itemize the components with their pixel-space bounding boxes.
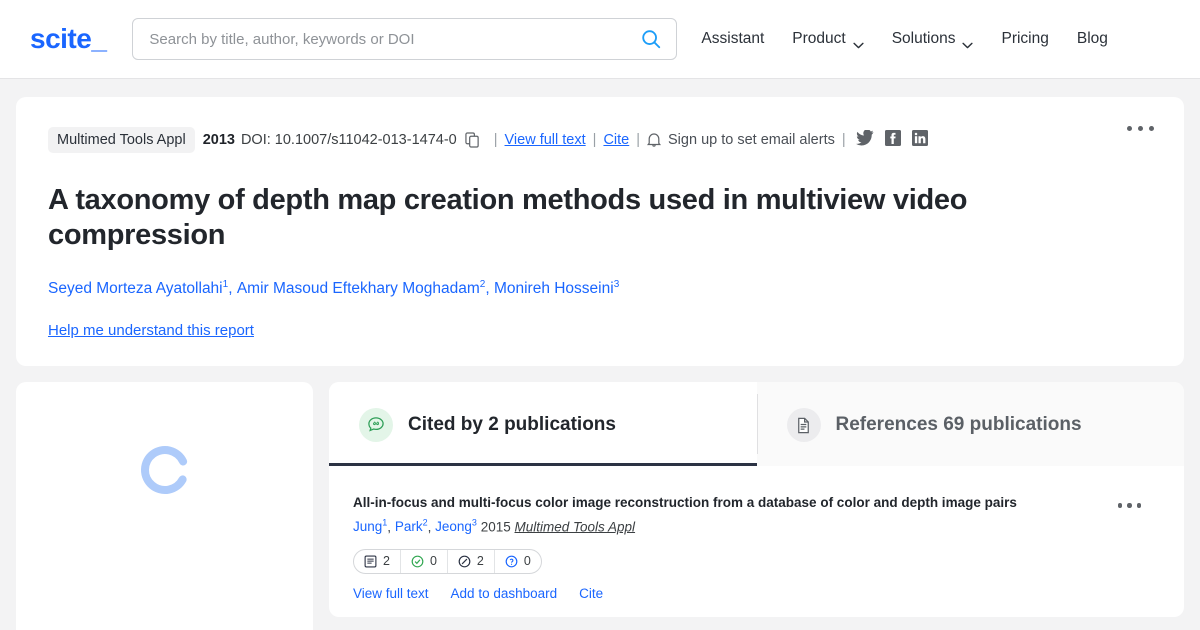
author-link[interactable]: Monireh Hosseini3 [493, 279, 620, 298]
scite-logo[interactable]: scite_ [30, 23, 107, 55]
badge-count: 2 [476, 554, 484, 569]
separator: | [592, 132, 597, 148]
page-content: Multimed Tools Appl 2013 DOI: 10.1007/s1… [0, 79, 1200, 630]
author-separator: , [228, 280, 237, 298]
results-list: All-in-focus and multi-focus color image… [329, 466, 1184, 617]
nav-item-product[interactable]: Product [792, 30, 864, 48]
author-link[interactable]: Seyed Morteza Ayatollahi1 [48, 279, 228, 298]
author-link[interactable]: Park2 [394, 518, 428, 535]
cite-link[interactable]: Cite [603, 132, 629, 148]
results-column: Cited by 2 publications References 69 pu… [329, 382, 1184, 617]
paper-header-card: Multimed Tools Appl 2013 DOI: 10.1007/s1… [16, 97, 1184, 367]
dot [1127, 126, 1132, 131]
add-to-dashboard-link[interactable]: Add to dashboard [451, 586, 558, 601]
author-name: Amir Masoud Eftekhary Moghadam [236, 280, 480, 298]
author-link[interactable]: Amir Masoud Eftekhary Moghadam2 [236, 279, 486, 298]
nav-item-solutions[interactable]: Solutions [892, 30, 974, 48]
nav-item-label: Product [792, 30, 846, 47]
side-panel-loading [16, 382, 313, 630]
chevron-down-icon [853, 36, 864, 48]
author-name: Park [394, 519, 423, 535]
view-full-text-link[interactable]: View full text [353, 586, 429, 601]
author-separator: , [427, 519, 436, 535]
chevron-down-icon [962, 36, 974, 48]
author-link[interactable]: Jung1 [353, 518, 387, 535]
view-full-text-link[interactable]: View full text [505, 132, 586, 148]
search-box[interactable] [132, 18, 678, 60]
document-icon [786, 408, 821, 443]
facebook-icon[interactable] [884, 130, 901, 150]
result-actions: View full text Add to dashboard Cite [353, 586, 1094, 617]
nav-item-label: Pricing [1001, 30, 1049, 47]
author-name: Monireh Hosseini [493, 280, 614, 298]
list-item: All-in-focus and multi-focus color image… [353, 494, 1154, 617]
result-authors: Jung1, Park2, Jeong3 2015 Multimed Tools… [353, 517, 1094, 537]
cite-link[interactable]: Cite [579, 586, 603, 601]
twitter-icon[interactable] [855, 129, 874, 150]
author-affiliation: 3 [613, 279, 620, 290]
lower-section: Cited by 2 publications References 69 pu… [16, 382, 1184, 630]
email-alerts-label[interactable]: Sign up to set email alerts [668, 132, 835, 148]
paper-metadata-row: Multimed Tools Appl 2013 DOI: 10.1007/s1… [48, 127, 1152, 153]
author-link[interactable]: Jeong3 [435, 518, 477, 535]
citation-badges: 2 0 2 0 [353, 548, 542, 574]
page-title: A taxonomy of depth map creation methods… [48, 184, 968, 251]
tab-cited-by[interactable]: Cited by 2 publications [329, 382, 757, 467]
badge-count: 0 [429, 554, 437, 569]
result-journal[interactable]: Multimed Tools Appl [515, 519, 636, 534]
social-share-group [855, 129, 928, 150]
doi-text: DOI: 10.1007/s11042-013-1474-0 [240, 132, 457, 148]
dot [1149, 126, 1154, 131]
nav-item-assistant[interactable]: Assistant [701, 30, 764, 48]
dot [1136, 503, 1141, 508]
badge-count: 2 [383, 554, 390, 569]
separator: | [493, 132, 498, 148]
total-citations-badge[interactable]: 2 [354, 549, 401, 573]
result-title[interactable]: All-in-focus and multi-focus color image… [353, 494, 1094, 512]
author-name: Jung [353, 519, 383, 535]
author-separator: , [485, 280, 494, 298]
dot [1127, 503, 1132, 508]
nav-item-pricing[interactable]: Pricing [1001, 30, 1048, 48]
nav-links: Assistant Product Solutions Pricing Blog [701, 30, 1108, 48]
author-list: Seyed Morteza Ayatollahi1, Amir Masoud E… [48, 278, 1152, 299]
copy-icon[interactable] [465, 132, 480, 148]
tab-references[interactable]: References 69 publications [756, 382, 1184, 467]
mentioning-badge[interactable]: 2 [448, 549, 495, 573]
nav-item-blog[interactable]: Blog [1077, 30, 1108, 48]
nav-item-label: Solutions [891, 30, 956, 47]
loading-spinner-icon [138, 443, 192, 497]
separator: | [841, 132, 846, 148]
author-separator: , [387, 519, 395, 535]
search-input[interactable] [149, 30, 641, 48]
supporting-badge[interactable]: 0 [401, 549, 448, 573]
linkedin-icon[interactable] [911, 130, 928, 150]
paper-overflow-menu-button[interactable] [1121, 120, 1160, 137]
author-name: Jeong [435, 519, 472, 535]
journal-badge: Multimed Tools Appl [48, 127, 195, 153]
nav-item-label: Blog [1076, 30, 1108, 47]
bell-icon[interactable] [646, 132, 662, 148]
top-navigation-bar: scite_ Assistant Product Solutions [0, 0, 1200, 79]
contrasting-badge[interactable]: 0 [495, 550, 541, 573]
badge-count: 0 [523, 554, 531, 569]
dot [1138, 126, 1143, 131]
result-year: 2015 [480, 519, 511, 535]
help-me-understand-link[interactable]: Help me understand this report [48, 322, 254, 339]
separator: | [636, 132, 641, 148]
nav-item-label: Assistant [701, 30, 765, 47]
citation-bubble-icon [359, 408, 393, 443]
publication-year: 2013 [202, 132, 235, 148]
tab-label: Cited by 2 publications [408, 414, 616, 436]
dot [1117, 503, 1122, 508]
result-overflow-menu-button[interactable] [1113, 498, 1147, 513]
author-name: Seyed Morteza Ayatollahi [48, 280, 223, 298]
search-icon[interactable] [640, 28, 662, 50]
results-tabs: Cited by 2 publications References 69 pu… [329, 382, 1184, 467]
tab-label: References 69 publications [835, 414, 1082, 436]
